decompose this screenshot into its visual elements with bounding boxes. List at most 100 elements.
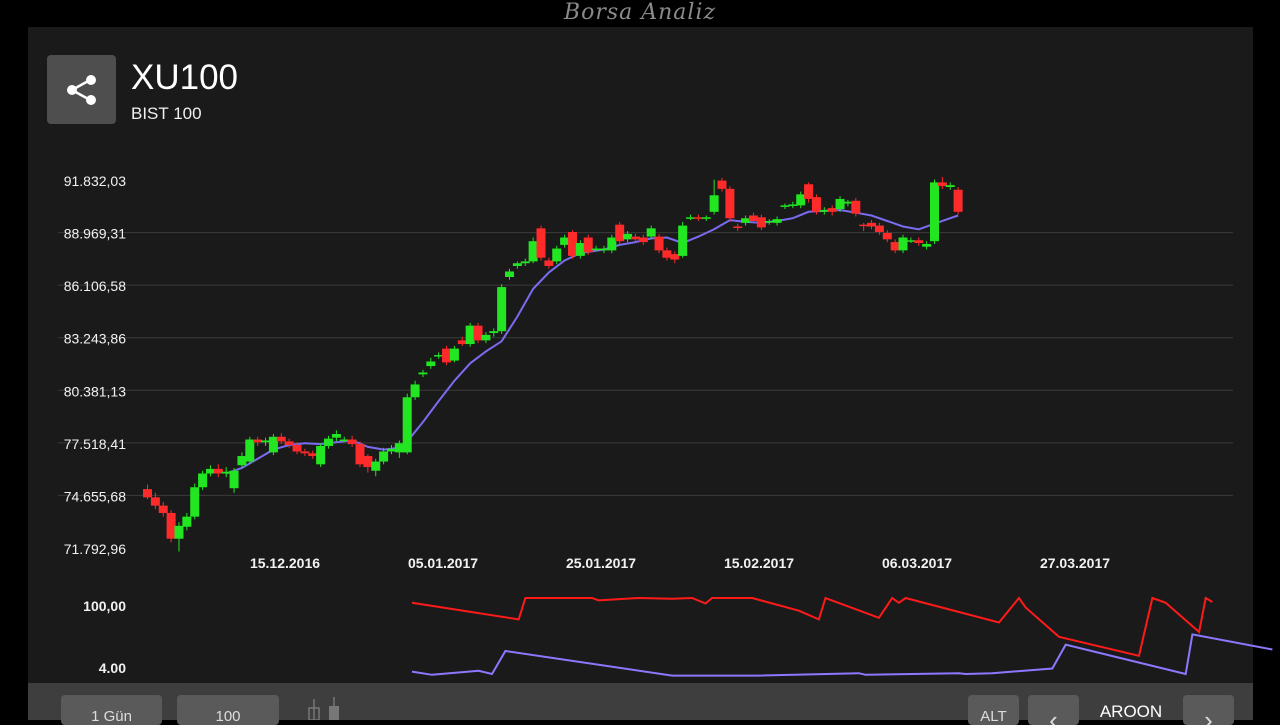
candle-body (615, 224, 625, 242)
candle-body (560, 237, 570, 245)
candle-body (213, 468, 223, 474)
candlestick-icon[interactable] (305, 697, 345, 720)
candle-body (646, 228, 656, 237)
next-indicator-button[interactable]: › (1183, 695, 1234, 725)
candle-body (363, 456, 373, 468)
y-tick-label: 86.106,58 (64, 278, 126, 294)
candle-body (292, 445, 302, 452)
candle-body (552, 248, 562, 262)
candle-body (599, 248, 609, 251)
alt-button[interactable]: ALT (968, 695, 1019, 725)
candle-body (174, 525, 184, 539)
candle-body (150, 497, 160, 506)
candle-body (764, 220, 774, 223)
candle-body (741, 218, 751, 223)
candle-body (457, 340, 467, 345)
candle-body (859, 224, 869, 227)
candle-body (426, 361, 436, 367)
candle-body (505, 271, 515, 277)
candle-body (583, 237, 593, 253)
y-tick-label: 74.655,68 (64, 488, 126, 504)
candle-body (827, 208, 837, 212)
candle-body (379, 451, 389, 462)
candle-body (788, 204, 798, 206)
count-button[interactable]: 100 (177, 695, 279, 725)
candle-body (434, 355, 444, 357)
candle-body (874, 225, 884, 233)
y-tick-label: 77.518,41 (64, 436, 126, 452)
candle-body (922, 243, 932, 247)
candle-body (536, 228, 546, 258)
candle-body (670, 254, 680, 260)
candle-body (686, 217, 696, 219)
candle-body (811, 197, 821, 212)
candle-body (851, 200, 861, 214)
candle-body (678, 225, 688, 256)
price-chart: 91.832,03 88.969,31 86.106,58 83.243,86 80.3… (58, 173, 1273, 677)
candle-body (347, 439, 357, 445)
candle-body (591, 248, 601, 251)
candle-body (449, 348, 459, 361)
indicator-label: AROON (1099, 702, 1163, 721)
candle-body (481, 334, 491, 341)
candle-body (882, 232, 892, 240)
candle-body (190, 487, 200, 517)
candle-body (717, 180, 727, 189)
candle-body (693, 217, 703, 219)
candle-body (835, 198, 845, 210)
candle-body (725, 188, 735, 219)
candle-body (756, 217, 766, 228)
candle-body (339, 439, 349, 442)
candle-body (276, 436, 286, 442)
prev-indicator-button[interactable]: ‹ (1028, 695, 1079, 725)
candle-body (953, 189, 963, 212)
candle-body (229, 470, 239, 489)
candle-body (623, 233, 633, 240)
candle-body (937, 182, 947, 187)
x-tick-label: 05.01.2017 (408, 555, 478, 571)
candle-body (867, 222, 877, 227)
aroon-up-line (411, 596, 1213, 658)
candle-body (284, 441, 294, 446)
candle-body (630, 236, 640, 240)
period-button[interactable]: 1 Gün (61, 695, 162, 725)
candle-body (371, 461, 381, 471)
candle-body (898, 237, 908, 251)
candle-body (245, 439, 255, 462)
candle-body (331, 434, 341, 438)
candle-body (237, 456, 247, 466)
x-tick-label: 06.03.2017 (882, 555, 952, 571)
candle-body (402, 397, 412, 453)
candle-body (308, 453, 318, 457)
x-tick-label: 15.12.2016 (250, 555, 320, 571)
candle-body (520, 261, 530, 264)
candle-body (386, 448, 396, 452)
candle-body (945, 185, 955, 188)
candle-body (906, 240, 916, 242)
candle-body (166, 512, 176, 539)
x-tick-label: 25.01.2017 (566, 555, 636, 571)
candle-body (465, 325, 475, 345)
candle-body (544, 260, 554, 266)
x-tick-label: 15.02.2017 (724, 555, 794, 571)
x-tick-label: 27.03.2017 (1040, 555, 1110, 571)
y-tick-label: 71.792,96 (64, 541, 126, 557)
candle-body (410, 384, 420, 398)
candle-body (512, 263, 522, 266)
candle-body (772, 219, 782, 223)
candle-body (575, 243, 585, 256)
candle-body (748, 215, 758, 221)
candle-body (324, 438, 334, 446)
candle-body (473, 325, 483, 341)
candle-body (914, 240, 924, 244)
candle-body (709, 195, 719, 212)
candle-body (701, 217, 711, 219)
candle-body (268, 436, 278, 453)
candle-body (198, 473, 208, 488)
candle-body (442, 348, 452, 363)
candle-body (796, 194, 806, 206)
aroon-y-tick-label: 4.00 (99, 660, 126, 676)
candle-body (930, 182, 939, 242)
candle-body (662, 250, 672, 258)
candle-body (221, 471, 231, 474)
